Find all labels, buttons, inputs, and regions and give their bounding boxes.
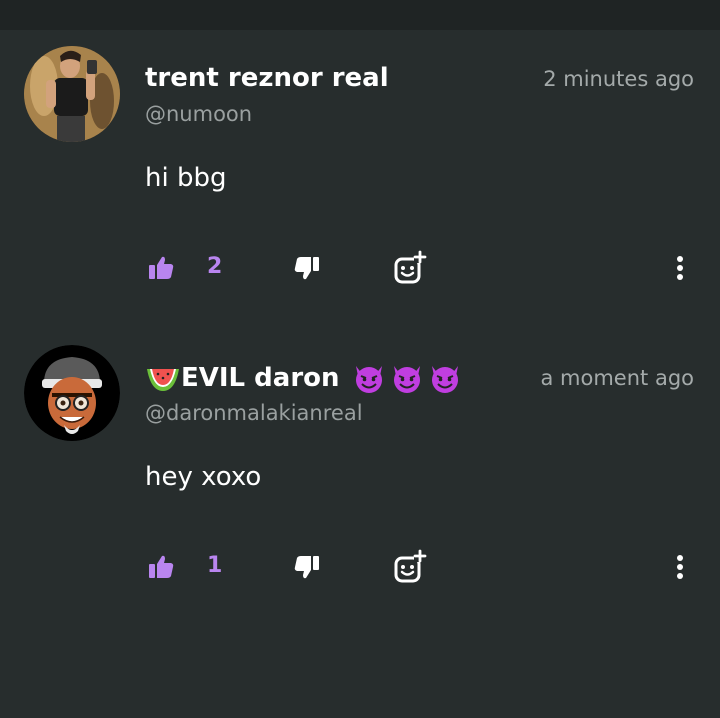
person-photo-avatar xyxy=(24,46,120,142)
more-vertical-icon xyxy=(677,555,683,579)
avatar[interactable] xyxy=(24,345,120,441)
add-reaction-icon xyxy=(394,250,427,284)
smiling-devil-icon xyxy=(390,362,424,394)
smiling-devil-icon xyxy=(428,362,462,394)
comment-timestamp: 2 minutes ago xyxy=(543,67,694,91)
dislike-button[interactable] xyxy=(290,248,324,288)
comment-item: EVIL daron @daronmalakianreal a moment a… xyxy=(0,329,720,619)
like-button[interactable] xyxy=(144,547,178,587)
comment-text: hi bbg xyxy=(145,163,227,193)
more-options-button[interactable] xyxy=(668,248,692,288)
like-count: 1 xyxy=(207,553,223,578)
thumbs-down-icon xyxy=(294,556,319,579)
avatar[interactable] xyxy=(24,46,120,142)
thumbs-up-icon xyxy=(149,555,174,578)
comment-author[interactable]: EVIL daron xyxy=(145,362,462,394)
add-reaction-button[interactable] xyxy=(390,547,430,587)
cartoon-memoji-avatar xyxy=(24,345,120,441)
smiling-devil-icon xyxy=(352,362,386,394)
comment-text: hey xoxo xyxy=(145,462,262,492)
comment-actions: 1 xyxy=(0,547,720,587)
thumbs-down-icon xyxy=(294,257,319,280)
comment-handle[interactable]: @daronmalakianreal xyxy=(145,401,363,425)
dislike-button[interactable] xyxy=(290,547,324,587)
comment-author[interactable]: trent reznor real xyxy=(145,63,389,93)
comment-item: trent reznor real @numoon 2 minutes ago … xyxy=(0,30,720,320)
more-vertical-icon xyxy=(677,256,683,280)
watermelon-icon xyxy=(145,363,181,393)
top-bar xyxy=(0,0,720,30)
comment-actions: 2 xyxy=(0,248,720,288)
add-reaction-button[interactable] xyxy=(390,248,430,288)
like-count: 2 xyxy=(207,254,223,279)
comment-handle[interactable]: @numoon xyxy=(145,102,252,126)
more-options-button[interactable] xyxy=(668,547,692,587)
comment-timestamp: a moment ago xyxy=(540,366,695,390)
thumbs-up-icon xyxy=(149,256,174,279)
add-reaction-icon xyxy=(394,549,427,583)
like-button[interactable] xyxy=(144,248,178,288)
